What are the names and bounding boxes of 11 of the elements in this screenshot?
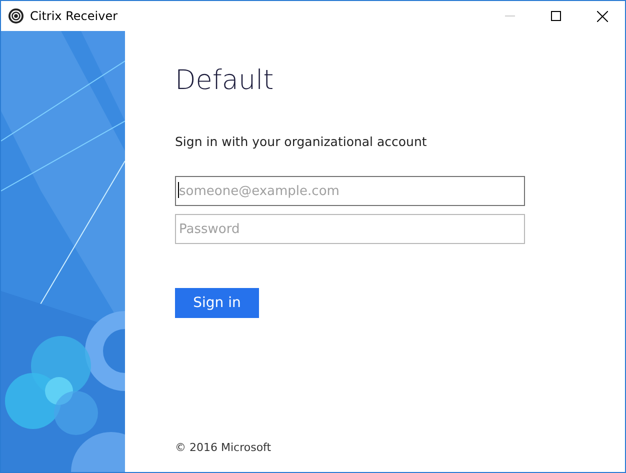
password-field[interactable]: Password [175,214,525,244]
window-title: Citrix Receiver [30,9,119,23]
heading: Default [175,65,275,96]
app-logo-icon [8,8,24,24]
email-field[interactable]: someone@example.com [175,176,525,206]
sign-in-button[interactable]: Sign in [175,288,259,318]
copyright: © 2016 Microsoft [175,441,272,454]
maximize-icon [551,11,561,21]
sign-in-prompt: Sign in with your organizational account [175,134,428,149]
close-icon [596,10,608,22]
text-cursor [178,182,179,198]
